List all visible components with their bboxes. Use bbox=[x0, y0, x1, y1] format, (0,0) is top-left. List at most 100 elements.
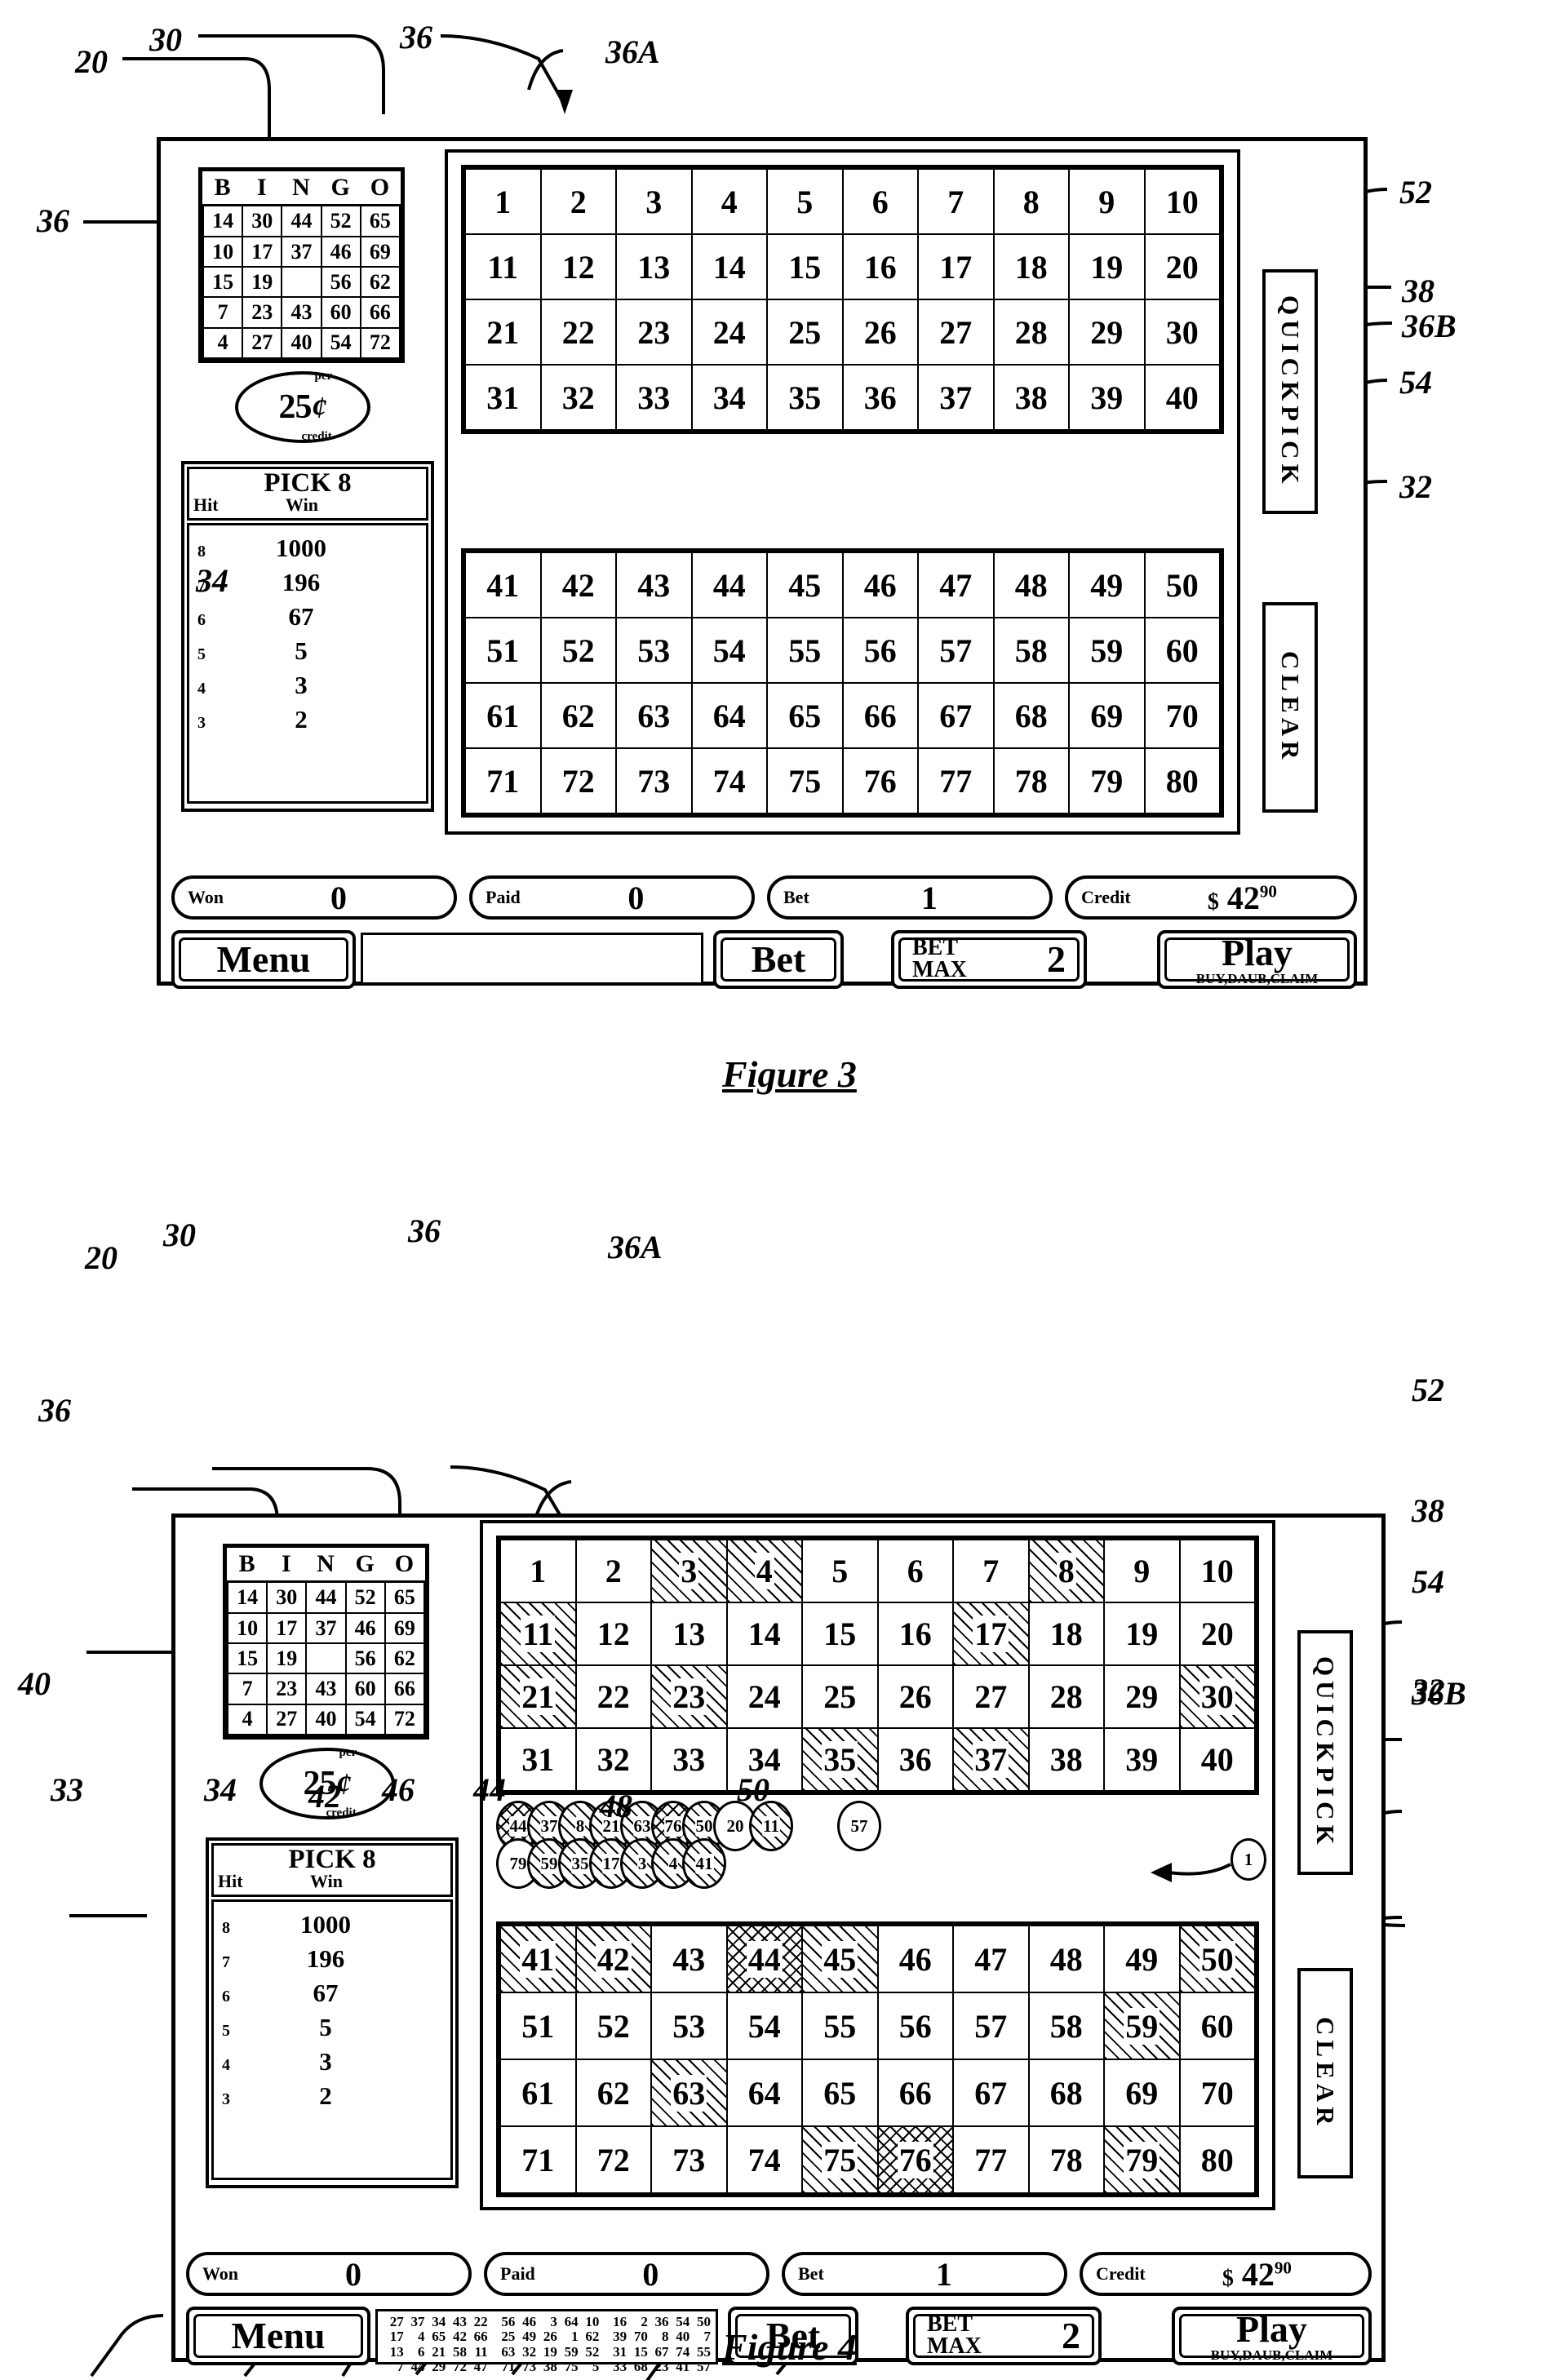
keno-cell-27[interactable]: 27 bbox=[917, 299, 995, 366]
clear-button-4[interactable]: CLEAR bbox=[1297, 1968, 1353, 2178]
keno-cell-46[interactable]: 46 bbox=[876, 1925, 954, 1993]
keno-cell-19[interactable]: 19 bbox=[1068, 233, 1146, 300]
clear-button-3[interactable]: CLEAR bbox=[1262, 602, 1318, 813]
keno-cell-53[interactable]: 53 bbox=[615, 617, 693, 684]
keno-cell-9[interactable]: 9 bbox=[1103, 1539, 1181, 1603]
keno-cell-80[interactable]: 80 bbox=[1143, 747, 1221, 814]
keno-cell-41[interactable]: 41 bbox=[464, 552, 542, 618]
keno-cell-26[interactable]: 26 bbox=[841, 299, 919, 366]
keno-cell-13[interactable]: 13 bbox=[615, 233, 693, 300]
keno-cell-28[interactable]: 28 bbox=[992, 299, 1070, 366]
keno-cell-25[interactable]: 25 bbox=[766, 299, 844, 366]
keno-cell-49[interactable]: 49 bbox=[1103, 1925, 1181, 1993]
keno-cell-62[interactable]: 62 bbox=[539, 682, 617, 749]
keno-cell-55[interactable]: 55 bbox=[766, 617, 844, 684]
keno-cell-43[interactable]: 43 bbox=[650, 1925, 728, 1993]
keno-cell-70[interactable]: 70 bbox=[1178, 2059, 1256, 2127]
keno-cell-2[interactable]: 2 bbox=[539, 168, 617, 235]
keno-cell-63[interactable]: 63 bbox=[615, 682, 693, 749]
keno-cell-45[interactable]: 45 bbox=[801, 1925, 879, 1993]
keno-cell-3[interactable]: 3 bbox=[650, 1539, 728, 1603]
keno-cell-63[interactable]: 63 bbox=[650, 2059, 728, 2127]
keno-cell-14[interactable]: 14 bbox=[690, 233, 768, 300]
keno-cell-50[interactable]: 50 bbox=[1143, 552, 1221, 618]
keno-cell-21[interactable]: 21 bbox=[499, 1664, 577, 1729]
keno-cell-55[interactable]: 55 bbox=[801, 1992, 879, 2060]
keno-cell-51[interactable]: 51 bbox=[464, 617, 542, 684]
keno-cell-31[interactable]: 31 bbox=[499, 1727, 577, 1792]
keno-cell-16[interactable]: 16 bbox=[841, 233, 919, 300]
keno-cell-59[interactable]: 59 bbox=[1068, 617, 1146, 684]
keno-cell-4[interactable]: 4 bbox=[725, 1539, 803, 1603]
keno-cell-64[interactable]: 64 bbox=[725, 2059, 803, 2127]
play-button-3[interactable]: Play BUY,DAUB,CLAIM bbox=[1157, 930, 1357, 989]
keno-cell-35[interactable]: 35 bbox=[801, 1727, 879, 1792]
keno-cell-68[interactable]: 68 bbox=[1027, 2059, 1105, 2127]
keno-cell-51[interactable]: 51 bbox=[499, 1992, 577, 2060]
keno-cell-14[interactable]: 14 bbox=[725, 1602, 803, 1666]
keno-cell-25[interactable]: 25 bbox=[801, 1664, 879, 1729]
keno-cell-33[interactable]: 33 bbox=[650, 1727, 728, 1792]
keno-cell-72[interactable]: 72 bbox=[539, 747, 617, 814]
keno-cell-64[interactable]: 64 bbox=[690, 682, 768, 749]
keno-cell-11[interactable]: 11 bbox=[499, 1602, 577, 1666]
keno-cell-23[interactable]: 23 bbox=[650, 1664, 728, 1729]
keno-cell-32[interactable]: 32 bbox=[539, 364, 617, 431]
keno-cell-52[interactable]: 52 bbox=[574, 1992, 652, 2060]
keno-cell-72[interactable]: 72 bbox=[574, 2125, 652, 2194]
keno-cell-46[interactable]: 46 bbox=[841, 552, 919, 618]
bet-max-button-3[interactable]: BET MAX 2 bbox=[891, 930, 1087, 989]
bet-max-button-4[interactable]: BET MAX 2 bbox=[906, 2307, 1102, 2365]
keno-cell-2[interactable]: 2 bbox=[574, 1539, 652, 1603]
keno-cell-7[interactable]: 7 bbox=[917, 168, 995, 235]
keno-cell-9[interactable]: 9 bbox=[1068, 168, 1146, 235]
keno-cell-78[interactable]: 78 bbox=[1027, 2125, 1105, 2194]
keno-cell-34[interactable]: 34 bbox=[690, 364, 768, 431]
keno-cell-61[interactable]: 61 bbox=[499, 2059, 577, 2127]
keno-cell-18[interactable]: 18 bbox=[1027, 1602, 1105, 1666]
keno-cell-4[interactable]: 4 bbox=[690, 168, 768, 235]
keno-cell-38[interactable]: 38 bbox=[1027, 1727, 1105, 1792]
keno-cell-17[interactable]: 17 bbox=[952, 1602, 1030, 1666]
keno-cell-6[interactable]: 6 bbox=[841, 168, 919, 235]
keno-cell-8[interactable]: 8 bbox=[992, 168, 1070, 235]
keno-cell-60[interactable]: 60 bbox=[1143, 617, 1221, 684]
keno-cell-16[interactable]: 16 bbox=[876, 1602, 954, 1666]
keno-cell-52[interactable]: 52 bbox=[539, 617, 617, 684]
keno-cell-29[interactable]: 29 bbox=[1068, 299, 1146, 366]
keno-cell-67[interactable]: 67 bbox=[952, 2059, 1030, 2127]
keno-cell-74[interactable]: 74 bbox=[690, 747, 768, 814]
keno-cell-68[interactable]: 68 bbox=[992, 682, 1070, 749]
keno-cell-47[interactable]: 47 bbox=[917, 552, 995, 618]
keno-cell-33[interactable]: 33 bbox=[615, 364, 693, 431]
keno-cell-78[interactable]: 78 bbox=[992, 747, 1070, 814]
keno-cell-11[interactable]: 11 bbox=[464, 233, 542, 300]
keno-cell-75[interactable]: 75 bbox=[801, 2125, 879, 2194]
keno-cell-24[interactable]: 24 bbox=[725, 1664, 803, 1729]
keno-cell-58[interactable]: 58 bbox=[1027, 1992, 1105, 2060]
keno-cell-38[interactable]: 38 bbox=[992, 364, 1070, 431]
keno-cell-56[interactable]: 56 bbox=[841, 617, 919, 684]
keno-cell-30[interactable]: 30 bbox=[1143, 299, 1221, 366]
keno-cell-37[interactable]: 37 bbox=[952, 1727, 1030, 1792]
keno-cell-24[interactable]: 24 bbox=[690, 299, 768, 366]
keno-cell-44[interactable]: 44 bbox=[690, 552, 768, 618]
quickpick-button-4[interactable]: QUICKPICK bbox=[1297, 1630, 1353, 1875]
keno-cell-61[interactable]: 61 bbox=[464, 682, 542, 749]
bet-button-3[interactable]: Bet bbox=[713, 930, 844, 989]
keno-cell-65[interactable]: 65 bbox=[801, 2059, 879, 2127]
keno-cell-74[interactable]: 74 bbox=[725, 2125, 803, 2194]
keno-cell-15[interactable]: 15 bbox=[801, 1602, 879, 1666]
keno-cell-62[interactable]: 62 bbox=[574, 2059, 652, 2127]
keno-cell-28[interactable]: 28 bbox=[1027, 1664, 1105, 1729]
keno-cell-49[interactable]: 49 bbox=[1068, 552, 1146, 618]
keno-cell-15[interactable]: 15 bbox=[766, 233, 844, 300]
menu-button-3[interactable]: Menu bbox=[171, 930, 356, 989]
keno-cell-56[interactable]: 56 bbox=[876, 1992, 954, 2060]
keno-cell-77[interactable]: 77 bbox=[952, 2125, 1030, 2194]
keno-cell-75[interactable]: 75 bbox=[766, 747, 844, 814]
keno-cell-1[interactable]: 1 bbox=[499, 1539, 577, 1603]
keno-cell-19[interactable]: 19 bbox=[1103, 1602, 1181, 1666]
keno-cell-32[interactable]: 32 bbox=[574, 1727, 652, 1792]
keno-cell-50[interactable]: 50 bbox=[1178, 1925, 1256, 1993]
